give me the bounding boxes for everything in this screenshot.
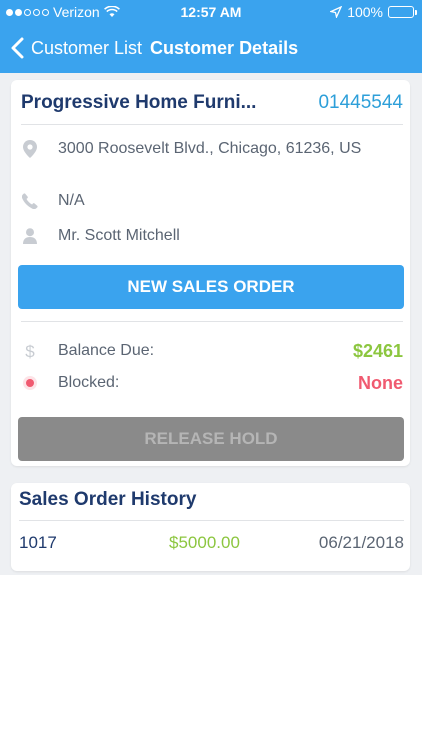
phone-text: N/A: [58, 192, 85, 209]
back-button[interactable]: Customer List: [8, 36, 142, 60]
release-hold-button: RELEASE HOLD: [18, 417, 404, 461]
history-row[interactable]: 1017 $5000.00 06/21/2018: [19, 531, 404, 555]
dollar-icon: $: [21, 342, 39, 360]
order-date: 06/21/2018: [318, 533, 404, 552]
address-row: 3000 Roosevelt Blvd., Chicago, 61236, US: [21, 136, 403, 162]
blocked-label: Blocked:: [58, 374, 120, 391]
new-sales-order-button[interactable]: NEW SALES ORDER: [18, 265, 404, 309]
blocked-value: None: [358, 372, 403, 393]
customer-card: Progressive Home Furni... 01445544 3000 …: [11, 80, 410, 466]
phone-row: N/A: [21, 188, 403, 214]
sales-order-history-card: Sales Order History 1017 $5000.00 06/21/…: [11, 483, 410, 571]
location-pin-icon: [21, 140, 39, 158]
page-title: Customer Details: [150, 37, 299, 58]
blocked-row: Blocked: None: [21, 370, 403, 396]
battery-percent: 100%: [347, 4, 383, 20]
divider: [21, 124, 403, 125]
status-right: 100%: [330, 4, 417, 20]
person-icon: [21, 227, 39, 245]
content-area: Progressive Home Furni... 01445544 3000 …: [0, 73, 422, 575]
back-label: Customer List: [31, 37, 143, 58]
address-text: 3000 Roosevelt Blvd., Chicago, 61236, US: [58, 140, 362, 157]
location-arrow-icon: [330, 6, 343, 18]
order-amount: $5000.00: [169, 533, 240, 552]
customer-header: Progressive Home Furni... 01445544: [21, 90, 403, 116]
customer-id: 01445544: [318, 92, 403, 113]
balance-value: $2461: [352, 340, 403, 361]
order-number: 1017: [19, 533, 57, 552]
balance-row: $ Balance Due: $2461: [21, 338, 403, 364]
divider: [21, 321, 403, 322]
status-dot-icon: [21, 374, 39, 392]
contact-row: Mr. Scott Mitchell: [21, 223, 403, 249]
app-header: Verizon 12:57 AM 100% Customer List Cust…: [0, 0, 422, 73]
phone-icon: [21, 192, 39, 210]
customer-name: Progressive Home Furni...: [21, 92, 257, 113]
contact-text: Mr. Scott Mitchell: [58, 227, 180, 244]
chevron-left-icon: [11, 37, 24, 59]
svg-text:$: $: [25, 342, 35, 360]
balance-label: Balance Due:: [58, 342, 155, 359]
history-title: Sales Order History: [19, 489, 197, 510]
battery-icon: [388, 6, 417, 18]
status-bar: Verizon 12:57 AM 100%: [0, 0, 422, 24]
divider: [19, 520, 404, 521]
navigation-bar: Customer List Customer Details: [0, 30, 422, 66]
